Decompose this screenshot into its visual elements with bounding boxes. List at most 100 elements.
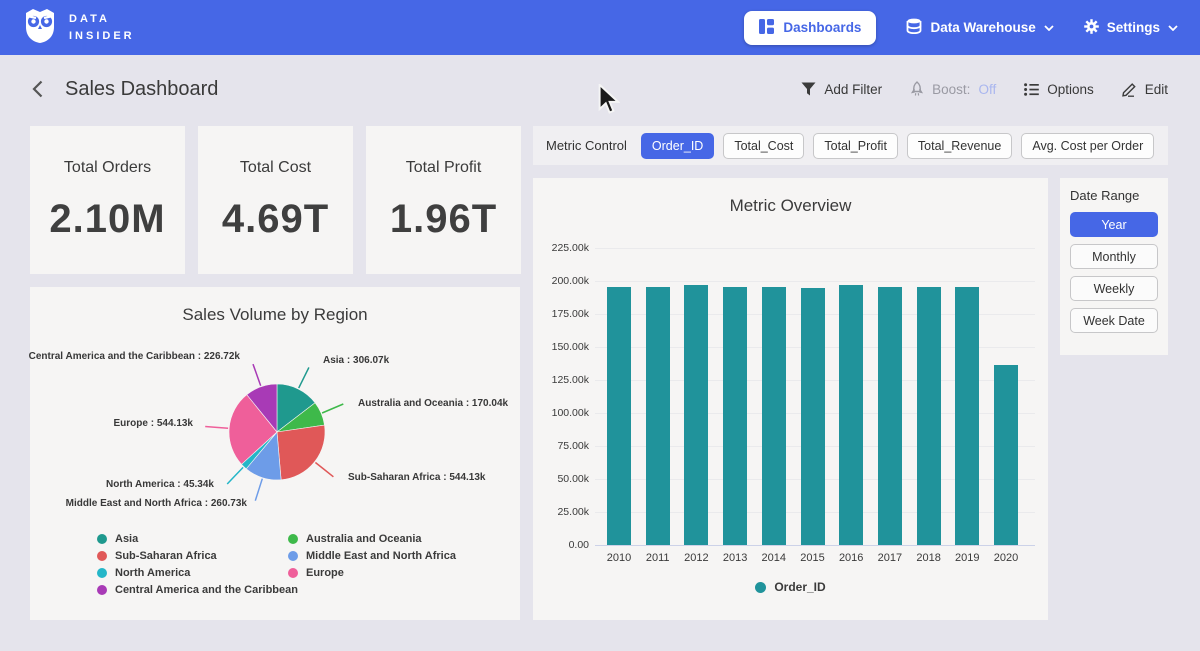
page-title: Sales Dashboard (65, 78, 218, 101)
bar-2020[interactable] (994, 365, 1018, 545)
page-header: Sales Dashboard Add Filter Boost:Off Opt… (0, 55, 1200, 123)
chevron-down-icon (1168, 25, 1178, 31)
legend-dot (97, 568, 107, 578)
boost-toggle[interactable]: Boost:Off (910, 81, 996, 97)
bar-legend-item[interactable]: Order_ID (533, 580, 1048, 594)
legend-dot (755, 582, 766, 593)
date-range-button-weekly[interactable]: Weekly (1070, 276, 1158, 301)
pie-legend-item-middle-east-and-north-africa[interactable]: Middle East and North Africa (288, 550, 456, 562)
pie-callout-line (227, 467, 243, 484)
legend-label: North America (115, 567, 190, 579)
bar-2017[interactable] (878, 287, 902, 545)
bar-2011[interactable] (646, 287, 670, 545)
pie-callout-sub-saharan-africa: Sub-Saharan Africa : 544.13k (348, 472, 485, 483)
metric-overview-panel: Metric Overview 0.0025.00k50.00k75.00k10… (533, 178, 1048, 620)
pie-callout-middle-east: Middle East and North Africa : 260.73k (66, 498, 247, 509)
x-axis-tick: 2019 (947, 552, 987, 564)
x-axis-tick: 2010 (599, 552, 639, 564)
metric-button-order-id[interactable]: Order_ID (641, 133, 714, 159)
metric-control-label: Metric Control (546, 138, 627, 153)
back-button[interactable] (32, 80, 43, 98)
legend-label: Sub-Saharan Africa (115, 550, 217, 562)
bar-2016[interactable] (839, 285, 863, 545)
y-axis-tick: 225.00k (537, 242, 589, 254)
database-icon (906, 18, 922, 37)
y-axis-tick: 25.00k (537, 506, 589, 518)
metric-button-total-profit[interactable]: Total_Profit (813, 133, 898, 159)
brand-logo[interactable]: DATA INSIDER (22, 7, 135, 49)
x-axis-tick: 2015 (793, 552, 833, 564)
kpi-card-1: Total Cost4.69T (198, 126, 353, 274)
pie-callout-north-america: North America : 45.34k (106, 479, 214, 490)
dashboards-button[interactable]: Dashboards (744, 11, 876, 45)
add-filter-button[interactable]: Add Filter (801, 82, 882, 97)
bar-chart-title: Metric Overview (533, 196, 1048, 216)
pie-callout-line (255, 479, 262, 501)
x-axis-tick: 2012 (676, 552, 716, 564)
gridline (595, 248, 1035, 249)
bar-2013[interactable] (723, 287, 747, 545)
metric-button-total-cost[interactable]: Total_Cost (723, 133, 804, 159)
gridline (595, 545, 1035, 546)
y-axis-tick: 75.00k (537, 440, 589, 452)
date-range-panel: Date Range YearMonthlyWeeklyWeek Date (1060, 178, 1168, 355)
y-axis-tick: 50.00k (537, 473, 589, 485)
x-axis-tick: 2018 (909, 552, 949, 564)
y-axis-tick: 150.00k (537, 341, 589, 353)
legend-dot (97, 551, 107, 561)
x-axis-tick: 2017 (870, 552, 910, 564)
pie-slice-sub-saharan-africa[interactable] (277, 425, 325, 480)
pie-legend-item-north-america[interactable]: North America (97, 567, 288, 579)
pie-callout-line (299, 367, 309, 388)
kpi-row: Total Orders2.10MTotal Cost4.69TTotal Pr… (30, 126, 521, 274)
metric-button-total-revenue[interactable]: Total_Revenue (907, 133, 1012, 159)
filter-funnel-icon (801, 82, 816, 96)
pie-legend-item-sub-saharan-africa[interactable]: Sub-Saharan Africa (97, 550, 288, 562)
y-axis-tick: 100.00k (537, 407, 589, 419)
pie-legend-item-asia[interactable]: Asia (97, 533, 288, 545)
pie-legend-item-europe[interactable]: Europe (288, 567, 456, 579)
list-options-icon (1024, 83, 1039, 96)
bar-2012[interactable] (684, 285, 708, 545)
bar-2014[interactable] (762, 287, 786, 545)
x-axis-tick: 2016 (831, 552, 871, 564)
bar-2018[interactable] (917, 287, 941, 545)
legend-label: Central America and the Caribbean (115, 584, 298, 596)
rocket-icon (910, 81, 924, 97)
pie-callout-australia-oceania: Australia and Oceania : 170.04k (358, 398, 508, 409)
owl-logo-icon (22, 7, 58, 49)
brand-name: DATA INSIDER (69, 11, 135, 44)
settings-menu[interactable]: Settings (1084, 19, 1178, 37)
edit-button[interactable]: Edit (1122, 82, 1168, 97)
date-range-button-year[interactable]: Year (1070, 212, 1158, 237)
y-axis-tick: 125.00k (537, 374, 589, 386)
options-button[interactable]: Options (1024, 82, 1094, 97)
pencil-icon (1122, 82, 1137, 97)
metric-button-avg-cost-per-order[interactable]: Avg. Cost per Order (1021, 133, 1154, 159)
kpi-card-0: Total Orders2.10M (30, 126, 185, 274)
bar-2019[interactable] (955, 287, 979, 545)
date-range-button-monthly[interactable]: Monthly (1070, 244, 1158, 269)
data-warehouse-menu[interactable]: Data Warehouse (906, 18, 1053, 37)
legend-label: Middle East and North Africa (306, 550, 456, 562)
kpi-label: Total Cost (240, 159, 311, 177)
pie-legend-item-australia-and-oceania[interactable]: Australia and Oceania (288, 533, 456, 545)
bar-2015[interactable] (801, 288, 825, 545)
pie-callout-central-america: Central America and the Caribbean : 226.… (29, 351, 240, 362)
gear-icon (1084, 19, 1099, 37)
legend-label: Australia and Oceania (306, 533, 422, 545)
x-axis-tick: 2014 (754, 552, 794, 564)
y-axis-tick: 200.00k (537, 275, 589, 287)
legend-label: Europe (306, 567, 344, 579)
metric-control-strip: Metric Control Order_ID Total_Cost Total_P… (533, 126, 1168, 165)
bar-legend-label: Order_ID (774, 580, 825, 594)
y-axis-tick: 175.00k (537, 308, 589, 320)
pie-legend-item-central-america-and-the-caribbean[interactable]: Central America and the Caribbean (97, 584, 288, 596)
dashboard-grid-icon (759, 19, 774, 37)
kpi-label: Total Orders (64, 159, 151, 177)
bar-2010[interactable] (607, 287, 631, 545)
legend-dot (97, 585, 107, 595)
sales-volume-panel: Sales Volume by Region Central America a… (30, 287, 520, 620)
legend-label: Asia (115, 533, 138, 545)
date-range-button-week-date[interactable]: Week Date (1070, 308, 1158, 333)
